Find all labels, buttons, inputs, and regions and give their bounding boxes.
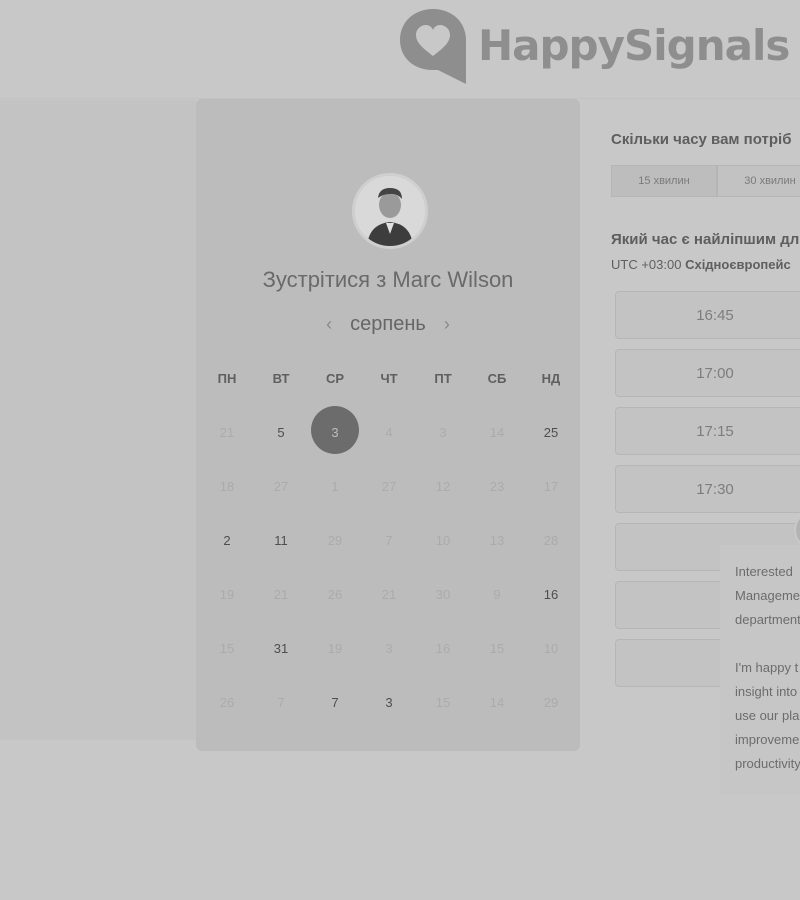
host-avatar xyxy=(352,173,428,249)
calendar-day: 29 xyxy=(327,532,343,548)
timezone-label: UTC +03:00 Східноєвропейс xyxy=(611,257,791,272)
brand-name: HappySignals xyxy=(478,20,790,70)
timezone-offset: UTC +03:00 xyxy=(611,257,682,272)
weekday-fri: ПТ xyxy=(434,371,452,386)
happysignals-logo: HappySignals xyxy=(398,6,790,84)
calendar-day: 15 xyxy=(489,640,505,656)
calendar-day: 15 xyxy=(435,694,451,710)
calendar-day-available[interactable]: 2 xyxy=(200,513,254,567)
calendar-day: 14 xyxy=(489,694,505,710)
chat-line: Manageme xyxy=(735,588,800,603)
weekday-mon: ПН xyxy=(217,371,237,386)
calendar-day: 19 xyxy=(219,586,235,602)
calendar-day: 19 xyxy=(327,640,343,656)
calendar-day: 28 xyxy=(543,532,559,548)
calendar-day-available[interactable]: 11 xyxy=(254,513,308,567)
calendar-day: 23 xyxy=(489,478,505,494)
calendar-day: 27 xyxy=(381,478,397,494)
calendar-day: 29 xyxy=(543,694,559,710)
calendar-day: 16 xyxy=(435,640,451,656)
calendar-week: 18 27 1 27 12 23 17 xyxy=(200,459,578,513)
calendar-day: 13 xyxy=(489,532,505,548)
calendar-day: 26 xyxy=(219,694,235,710)
calendar-day: 27 xyxy=(273,478,289,494)
calendar-day-available[interactable]: 31 xyxy=(254,621,308,675)
calendar-grid: 21 5 3 4 3 14 25 18 27 1 27 12 23 17 2 1… xyxy=(200,405,578,729)
calendar-card: Зустрітися з Marc Wilson ‹ серпень › ПН … xyxy=(196,99,580,751)
duration-question: Скільки часу вам потріб xyxy=(611,131,792,148)
weekday-thu: ЧТ xyxy=(380,371,398,386)
calendar-day: 14 xyxy=(489,424,505,440)
chat-line: use our pla xyxy=(735,708,800,723)
calendar-day-available[interactable]: 3 xyxy=(362,675,416,729)
calendar-day: 18 xyxy=(219,478,235,494)
chevron-left-icon[interactable]: ‹ xyxy=(326,314,332,335)
time-slot[interactable]: 17:30 xyxy=(615,465,800,513)
weekday-wed: СР xyxy=(325,371,345,386)
calendar-day: 21 xyxy=(219,424,235,440)
calendar-day: 26 xyxy=(327,586,343,602)
calendar-day-available[interactable]: 7 xyxy=(308,675,362,729)
calendar-day-available[interactable]: 5 xyxy=(254,405,308,459)
calendar-day-available[interactable]: 16 xyxy=(524,567,578,621)
time-slot[interactable]: 17:00 xyxy=(615,349,800,397)
chat-line: Interested xyxy=(735,564,793,579)
calendar-week: 2 11 29 7 10 13 28 xyxy=(200,513,578,567)
calendar-day: 21 xyxy=(381,586,397,602)
calendar-day: 1 xyxy=(331,478,339,494)
chat-line: department xyxy=(735,612,800,627)
time-slot[interactable]: 16:45 xyxy=(615,291,800,339)
heart-chat-icon xyxy=(400,9,466,84)
calendar-day: 10 xyxy=(435,532,451,548)
calendar-day: 7 xyxy=(385,532,393,548)
calendar-week: 26 7 7 3 15 14 29 xyxy=(200,675,578,729)
calendar-day: 3 xyxy=(385,640,393,656)
time-slot[interactable]: 17:15 xyxy=(615,407,800,455)
calendar-day: 4 xyxy=(385,424,393,440)
timezone-name[interactable]: Східноєвропейс xyxy=(685,257,791,272)
chat-line xyxy=(735,632,800,656)
calendar-day: 3 xyxy=(439,424,447,440)
calendar-day: 17 xyxy=(543,478,559,494)
calendar-day: 10 xyxy=(543,640,559,656)
calendar-week: 21 5 3 4 3 14 25 xyxy=(200,405,578,459)
time-question: Який час є найліпшим дл xyxy=(611,231,800,248)
chat-line: I'm happy t xyxy=(735,660,799,675)
duration-15-button[interactable]: 15 хвилин xyxy=(611,165,717,197)
duration-tabs: 15 хвилин 30 хвилин xyxy=(611,165,800,197)
weekday-sat: СБ xyxy=(487,371,507,386)
meeting-title: Зустрітися з Marc Wilson xyxy=(262,267,514,292)
month-navigator: ‹ серпень › xyxy=(196,313,580,336)
month-label: серпень xyxy=(350,313,426,335)
calendar-day: 12 xyxy=(435,478,451,494)
chat-line: improveme xyxy=(735,732,800,747)
weekday-tue: ВТ xyxy=(272,371,290,386)
left-panel xyxy=(0,100,196,740)
weekday-sun: НД xyxy=(541,371,561,386)
chat-line: productivity xyxy=(735,756,800,771)
calendar-week: 19 21 26 21 30 9 16 xyxy=(200,567,578,621)
calendar-day-available[interactable]: 25 xyxy=(524,405,578,459)
calendar-day: 30 xyxy=(435,586,451,602)
calendar-week: 15 31 19 3 16 15 10 xyxy=(200,621,578,675)
chevron-right-icon[interactable]: › xyxy=(444,314,450,335)
calendar-day: 7 xyxy=(277,694,285,710)
weekday-header: ПН ВТ СР ЧТ ПТ СБ НД xyxy=(200,371,578,386)
calendar-day: 9 xyxy=(493,586,501,602)
calendar-day: 15 xyxy=(219,640,235,656)
calendar-day-selected[interactable]: 3 xyxy=(308,405,362,459)
chat-line: insight into xyxy=(735,684,798,699)
calendar-day: 21 xyxy=(273,586,289,602)
chat-message: Interested Manageme department I'm happy… xyxy=(735,560,800,776)
duration-30-button[interactable]: 30 хвилин xyxy=(717,165,800,197)
